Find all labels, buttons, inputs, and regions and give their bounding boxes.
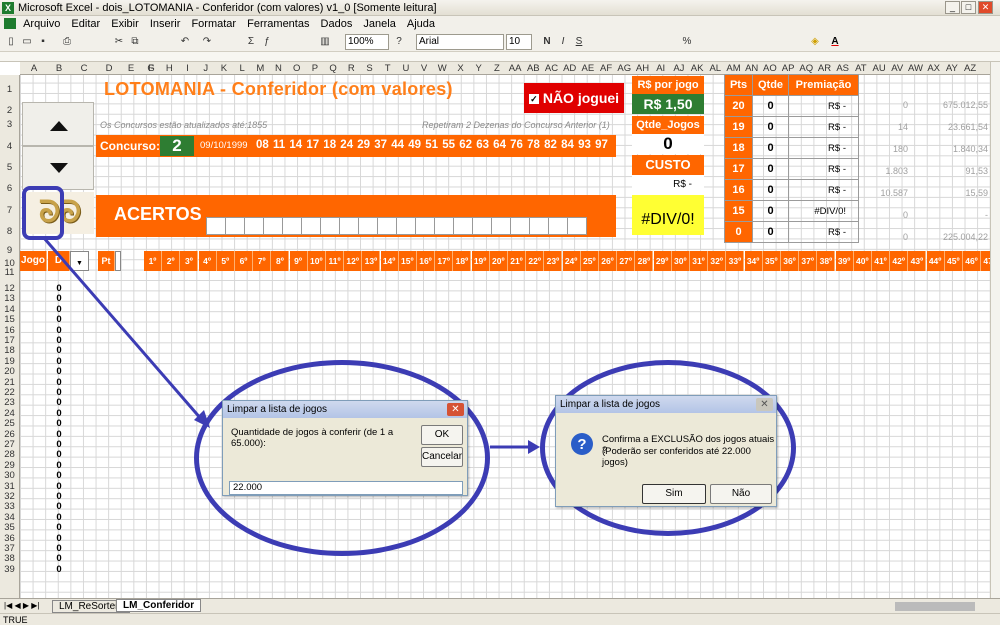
no-button[interactable]: Não bbox=[710, 484, 772, 504]
menu-bar: Arquivo Editar Exibir Inserir Formatar F… bbox=[0, 16, 1000, 32]
autosum-icon[interactable]: Σ bbox=[244, 35, 258, 49]
minimize-button[interactable]: _ bbox=[945, 1, 960, 14]
quantity-input[interactable]: 22.000 bbox=[229, 481, 463, 495]
confirm-dialog: Limpar a lista de jogos ✕ ? Confirma a E… bbox=[555, 395, 777, 507]
horizontal-scrollbar[interactable] bbox=[895, 602, 975, 611]
cancel-button[interactable]: Cancelar bbox=[421, 447, 463, 467]
yes-button[interactable]: Sim bbox=[642, 484, 706, 504]
formula-bar[interactable] bbox=[0, 52, 1000, 62]
menu-editar[interactable]: Editar bbox=[71, 16, 100, 32]
tab-lm-conferidor[interactable]: LM_Conferidor bbox=[116, 599, 202, 612]
menu-ferramentas[interactable]: Ferramentas bbox=[247, 16, 309, 32]
input-dialog-title: Limpar a lista de jogos bbox=[223, 401, 467, 418]
menu-janela[interactable]: Janela bbox=[363, 16, 395, 32]
print-icon[interactable]: ⎙ bbox=[60, 35, 74, 49]
bold-icon[interactable]: N bbox=[540, 35, 554, 49]
menu-formatar[interactable]: Formatar bbox=[191, 16, 236, 32]
save-icon[interactable]: ▪ bbox=[36, 35, 50, 49]
annotation-overlay bbox=[22, 186, 540, 454]
sheet-tabs-bar: |◀ ◀ ▶ ▶| LM_ReSorteio LM_Conferidor bbox=[0, 598, 1000, 613]
italic-icon[interactable]: I bbox=[556, 35, 570, 49]
zoom-box[interactable]: 100% bbox=[345, 34, 389, 50]
flow-arrowhead bbox=[528, 440, 540, 454]
maximize-button[interactable]: □ bbox=[961, 1, 976, 14]
ok-button[interactable]: OK bbox=[421, 425, 463, 445]
menu-inserir[interactable]: Inserir bbox=[150, 16, 181, 32]
menu-arquivo[interactable]: Arquivo bbox=[23, 16, 60, 32]
fill-color-icon[interactable]: ◈ bbox=[808, 35, 822, 49]
fontsize-box[interactable]: 10 bbox=[506, 34, 532, 50]
percent-icon[interactable]: % bbox=[680, 35, 694, 49]
function-icon[interactable]: ƒ bbox=[260, 35, 274, 49]
spreadsheet: A B C D E F G H I J K L M N O P Q R S T U V W X Y Z AA AB AC AD AE AF AG… bbox=[0, 62, 990, 598]
new-icon[interactable]: ▯ bbox=[4, 35, 18, 49]
help-icon[interactable]: ? bbox=[392, 35, 406, 49]
cut-icon[interactable]: ✂ bbox=[112, 35, 126, 49]
input-dialog-close-icon[interactable]: ✕ bbox=[447, 403, 464, 416]
status-bar: TRUE bbox=[0, 613, 1000, 625]
underline-icon[interactable]: S bbox=[572, 35, 586, 49]
svg-text:?: ? bbox=[577, 436, 586, 453]
font-color-icon[interactable]: A bbox=[828, 35, 842, 49]
open-icon[interactable]: ▭ bbox=[20, 35, 34, 49]
vertical-scrollbar[interactable] bbox=[990, 62, 1000, 598]
tab-nav-icon[interactable]: |◀ ◀ ▶ ▶| bbox=[4, 601, 39, 610]
confirm-dialog-title: Limpar a lista de jogos bbox=[556, 396, 776, 413]
input-dialog-prompt: Quantidade de jogos à conferir (de 1 a 6… bbox=[231, 427, 394, 449]
excel-icon: X bbox=[2, 2, 14, 14]
status-text: TRUE bbox=[3, 615, 28, 625]
confirm-line2: (Poderão ser conferidos até 22.000 jogos… bbox=[602, 446, 751, 468]
redo-icon[interactable]: ↷ bbox=[200, 35, 214, 49]
menu-dados[interactable]: Dados bbox=[321, 16, 353, 32]
workbook-icon[interactable] bbox=[4, 18, 16, 29]
logo-highlight-box bbox=[22, 186, 64, 240]
window-titlebar: X Microsoft Excel - dois_LOTOMANIA - Con… bbox=[0, 0, 1000, 16]
question-icon: ? bbox=[571, 433, 593, 455]
chart-icon[interactable]: ▥ bbox=[318, 35, 332, 49]
input-dialog: Limpar a lista de jogos ✕ Quantidade de … bbox=[222, 400, 468, 496]
undo-icon[interactable]: ↶ bbox=[178, 35, 192, 49]
toolbar: ▯ ▭ ▪ ⎙ ✂ ⧉ ↶ ↷ Σ ƒ ▥ 100% ? Arial 10 N … bbox=[0, 32, 1000, 52]
close-button[interactable]: ✕ bbox=[978, 1, 993, 14]
menu-exibir[interactable]: Exibir bbox=[111, 16, 139, 32]
menu-ajuda[interactable]: Ajuda bbox=[407, 16, 435, 32]
pointer-arrow-line bbox=[42, 237, 204, 421]
font-box[interactable]: Arial bbox=[416, 34, 504, 50]
copy-icon[interactable]: ⧉ bbox=[128, 35, 142, 49]
window-title: Microsoft Excel - dois_LOTOMANIA - Confe… bbox=[18, 2, 437, 14]
confirm-dialog-close-icon[interactable]: ✕ bbox=[756, 398, 773, 411]
